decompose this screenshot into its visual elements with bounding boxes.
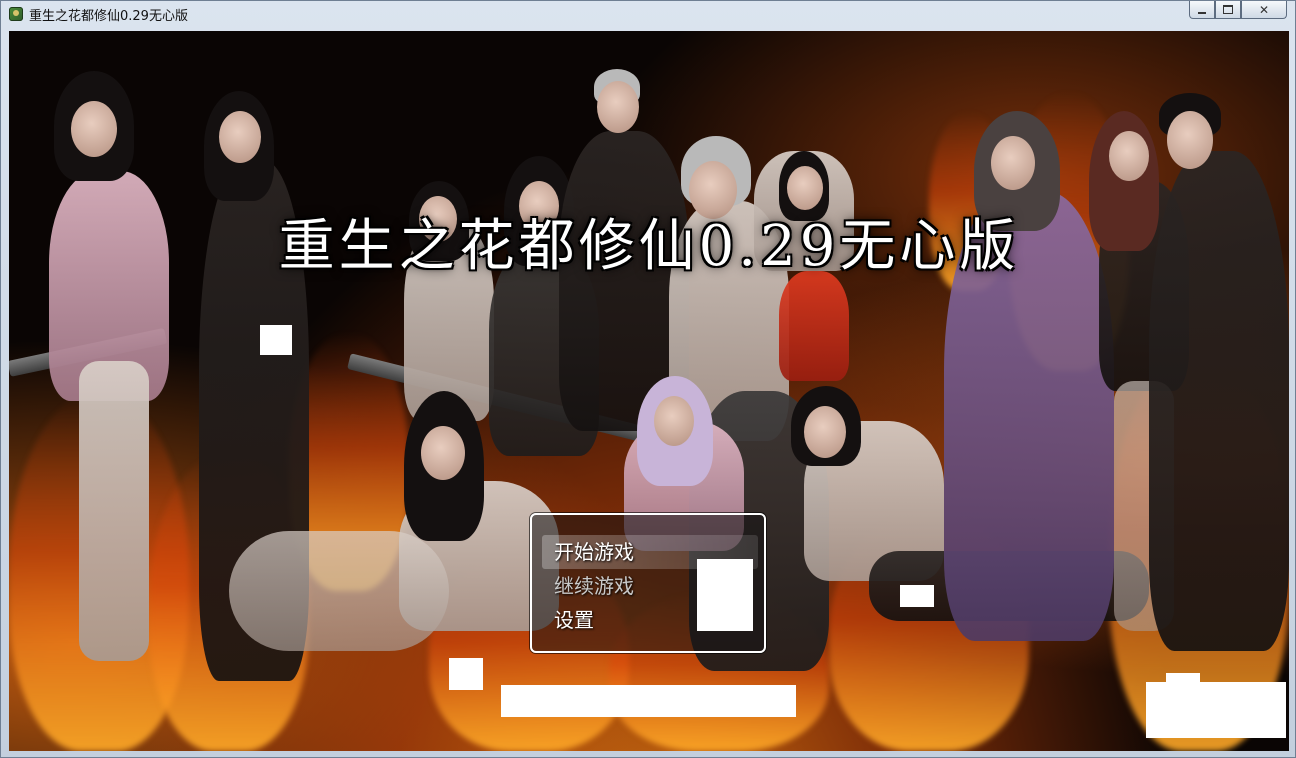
game-window: 重生之花都修仙0.29无心版 ✕ 重生之花都修仙0.29无心版 开始游戏 继续游… [0,0,1296,758]
maximize-button[interactable] [1215,1,1241,19]
minimize-button[interactable] [1189,1,1215,19]
redaction-box [449,658,483,690]
close-button[interactable]: ✕ [1241,1,1287,19]
app-icon [9,7,23,21]
game-title: 重生之花都修仙0.29无心版 [278,214,1020,279]
title-bar[interactable]: 重生之花都修仙0.29无心版 ✕ [1,1,1295,27]
minimize-icon [1198,11,1206,14]
redaction-box [501,685,796,717]
redaction-box [1166,673,1200,685]
maximize-icon [1223,5,1233,14]
redaction-box [697,559,753,631]
redaction-box [260,325,292,355]
close-icon: ✕ [1258,2,1270,17]
game-canvas[interactable]: 重生之花都修仙0.29无心版 开始游戏 继续游戏 设置 [9,31,1289,751]
redaction-box [900,585,934,607]
redaction-box [1146,682,1286,738]
window-title: 重生之花都修仙0.29无心版 [29,9,188,24]
